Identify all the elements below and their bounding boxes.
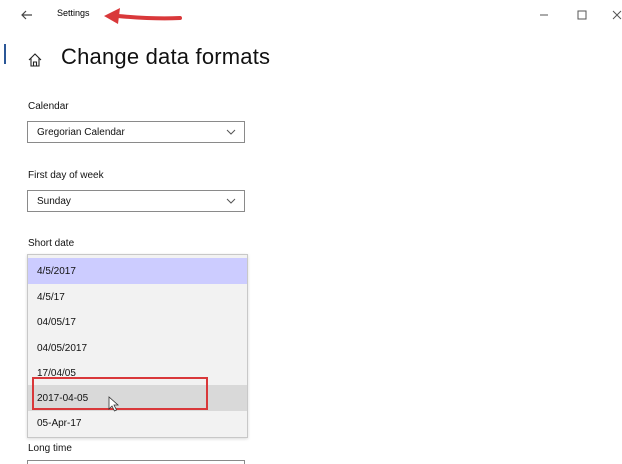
maximize-icon bbox=[577, 10, 587, 20]
chevron-down-icon bbox=[226, 198, 236, 204]
back-button[interactable] bbox=[18, 6, 36, 24]
calendar-value: Gregorian Calendar bbox=[37, 127, 125, 138]
chevron-down-icon bbox=[226, 129, 236, 135]
minimize-icon bbox=[540, 14, 548, 16]
first-day-select[interactable]: Sunday bbox=[27, 190, 245, 212]
window-title: Settings bbox=[57, 8, 90, 18]
short-date-label: Short date bbox=[28, 238, 75, 249]
long-time-select[interactable] bbox=[27, 460, 245, 464]
back-arrow-icon bbox=[21, 10, 32, 20]
long-time-label: Long time bbox=[28, 443, 72, 454]
dropdown-option[interactable]: 2017-04-05 bbox=[28, 385, 247, 411]
short-date-dropdown[interactable]: 4/5/2017 4/5/17 04/05/17 04/05/2017 17/0… bbox=[27, 254, 248, 438]
home-icon bbox=[28, 53, 42, 67]
dropdown-option[interactable]: 4/5/17 bbox=[28, 284, 247, 310]
close-button[interactable] bbox=[608, 6, 622, 24]
minimize-button[interactable] bbox=[535, 6, 553, 24]
dropdown-option[interactable]: 4/5/2017 bbox=[28, 258, 247, 284]
dropdown-option[interactable]: 04/05/17 bbox=[28, 309, 247, 335]
calendar-label: Calendar bbox=[28, 101, 69, 112]
title-bar: Settings bbox=[0, 0, 622, 30]
dropdown-option[interactable]: 17/04/05 bbox=[28, 360, 247, 386]
page-title: Change data formats bbox=[61, 44, 271, 69]
close-icon bbox=[612, 10, 622, 20]
maximize-button[interactable] bbox=[573, 6, 591, 24]
first-day-label: First day of week bbox=[28, 170, 104, 181]
calendar-select[interactable]: Gregorian Calendar bbox=[27, 121, 245, 143]
nav-focus-indicator bbox=[4, 44, 6, 64]
annotation-arrow-icon bbox=[104, 8, 182, 24]
mouse-cursor-icon bbox=[108, 396, 120, 412]
dropdown-option[interactable]: 04/05/2017 bbox=[28, 335, 247, 361]
dropdown-option[interactable]: 05-Apr-17 bbox=[28, 410, 247, 436]
settings-window: Settings Change data formats Calendar Gr… bbox=[0, 0, 622, 464]
first-day-value: Sunday bbox=[37, 196, 71, 207]
